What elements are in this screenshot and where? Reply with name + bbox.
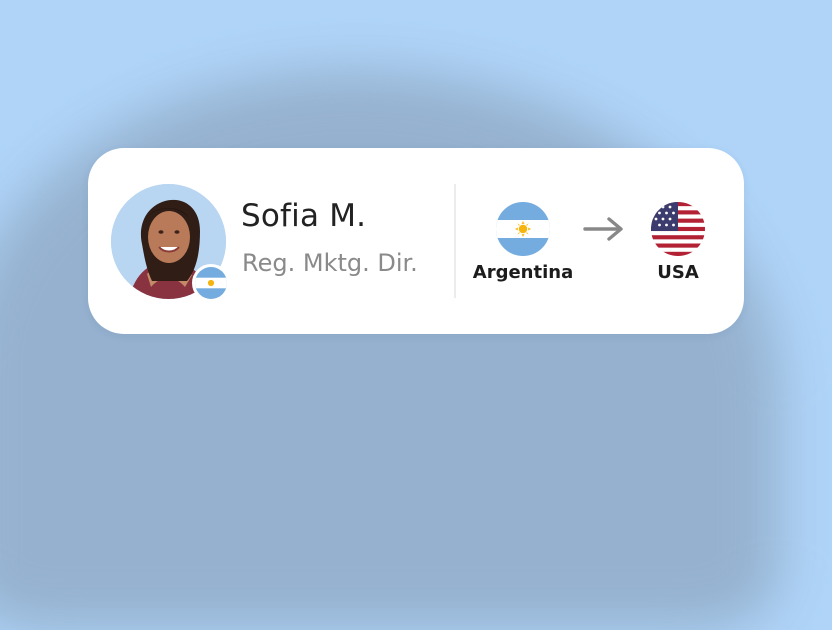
arrow-right-icon xyxy=(583,215,625,243)
usa-flag-icon xyxy=(651,202,705,256)
to-country-label: USA xyxy=(657,262,699,283)
person-role: Reg. Mktg. Dir. xyxy=(242,249,418,277)
from-country-label: Argentina xyxy=(472,262,574,283)
argentina-flag-icon xyxy=(496,202,550,256)
person-name: Sofia M. xyxy=(241,198,367,234)
argentina-flag-icon xyxy=(192,264,230,302)
relocation-card: Sofia M. Reg. Mktg. Dir. Argentina USA xyxy=(88,148,744,334)
card-divider xyxy=(454,184,456,298)
